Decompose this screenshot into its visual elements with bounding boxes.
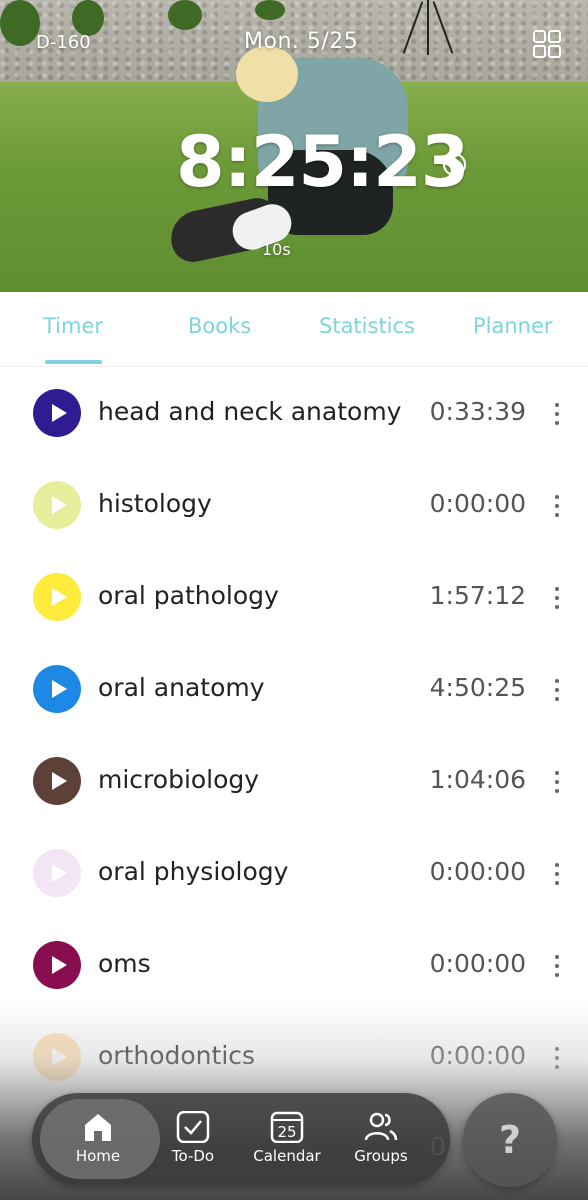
subject-name: oms: [98, 949, 151, 978]
play-icon[interactable]: [33, 941, 81, 989]
subject-time: 0:00:00: [429, 949, 526, 978]
more-options-icon[interactable]: [554, 771, 560, 793]
subject-time: 0:00:00: [429, 857, 526, 886]
tab-planner[interactable]: Planner: [473, 314, 553, 338]
current-date: Mon. 5/25: [244, 29, 359, 54]
d-day-counter[interactable]: D-160: [36, 32, 91, 53]
more-options-icon[interactable]: [554, 863, 560, 885]
subject-time: 1:57:12: [429, 581, 526, 610]
nav-todo-label: To-Do: [171, 1147, 215, 1165]
subject-time: 0:00:00: [429, 1041, 526, 1070]
subject-row[interactable]: oms 0:00:00: [0, 919, 588, 1011]
more-options-icon[interactable]: [554, 403, 560, 425]
subject-name: oral pathology: [98, 581, 279, 610]
photo-person-head: [236, 46, 298, 102]
calendar-day-badge: 25: [277, 1123, 296, 1141]
checkbox-icon: [176, 1111, 210, 1143]
background-shrub: [255, 0, 285, 20]
nav-calendar[interactable]: 25 Calendar: [242, 1111, 332, 1165]
help-button[interactable]: ?: [463, 1093, 557, 1187]
nav-todo[interactable]: To-Do: [148, 1111, 238, 1165]
nav-home[interactable]: Home: [53, 1111, 143, 1165]
subject-time: 4:50:25: [429, 673, 526, 702]
background-shrub: [72, 0, 104, 36]
subject-row[interactable]: histology 0:00:00: [0, 459, 588, 551]
total-study-time: 8:25:23: [176, 121, 470, 203]
subject-name: head and neck anatomy: [98, 397, 402, 426]
play-icon[interactable]: [33, 573, 81, 621]
subject-row[interactable]: microbiology 1:04:06: [0, 735, 588, 827]
active-tab-indicator: [45, 360, 102, 364]
tab-statistics[interactable]: Statistics: [319, 314, 415, 338]
more-options-icon[interactable]: [554, 955, 560, 977]
play-icon[interactable]: [33, 389, 81, 437]
play-icon[interactable]: [33, 665, 81, 713]
subject-name: microbiology: [98, 765, 260, 794]
play-icon[interactable]: [33, 849, 81, 897]
more-options-icon[interactable]: [554, 495, 560, 517]
background-tripod: [402, 0, 454, 55]
nav-groups[interactable]: Groups: [336, 1111, 426, 1165]
home-icon: [85, 1114, 111, 1141]
play-icon[interactable]: [33, 481, 81, 529]
header-photo: D-160 Mon. 5/25 8:25:23 ? 10s: [0, 0, 588, 292]
subject-time: 0:00:00: [429, 489, 526, 518]
subject-name: oral anatomy: [98, 673, 265, 702]
tab-bar: Timer Books Statistics Planner: [0, 292, 588, 367]
tab-books[interactable]: Books: [188, 314, 251, 338]
subject-name: histology: [98, 489, 212, 518]
play-icon[interactable]: [33, 757, 81, 805]
help-icon[interactable]: ?: [443, 153, 466, 176]
bottom-navigation: Home To-Do 25 Calendar Groups: [32, 1093, 450, 1185]
subject-row[interactable]: oral physiology 0:00:00: [0, 827, 588, 919]
subject-row[interactable]: oral pathology 1:57:12: [0, 551, 588, 643]
subject-time: 1:04:06: [429, 765, 526, 794]
subject-row[interactable]: oral anatomy 4:50:25: [0, 643, 588, 735]
background-shrub: [168, 0, 202, 30]
subject-row[interactable]: head and neck anatomy 0:33:39: [0, 367, 588, 459]
more-options-icon[interactable]: [554, 679, 560, 701]
calendar-icon: 25: [270, 1111, 304, 1143]
subject-row[interactable]: orthodontics 0:00:00: [0, 1011, 588, 1103]
nav-groups-label: Groups: [354, 1147, 408, 1165]
subject-name: oral physiology: [98, 857, 289, 886]
grid-icon[interactable]: [533, 30, 561, 58]
subject-name: orthodontics: [98, 1041, 256, 1070]
background-shrub: [0, 0, 40, 46]
play-icon[interactable]: [33, 1033, 81, 1081]
groups-icon: [364, 1112, 398, 1141]
interval-label: 10s: [262, 240, 291, 259]
more-options-icon[interactable]: [554, 587, 560, 609]
more-options-icon[interactable]: [554, 1047, 560, 1069]
tab-timer[interactable]: Timer: [43, 314, 103, 338]
nav-home-label: Home: [75, 1147, 121, 1165]
nav-calendar-label: Calendar: [253, 1147, 321, 1165]
subject-time: 0:33:39: [429, 397, 526, 426]
